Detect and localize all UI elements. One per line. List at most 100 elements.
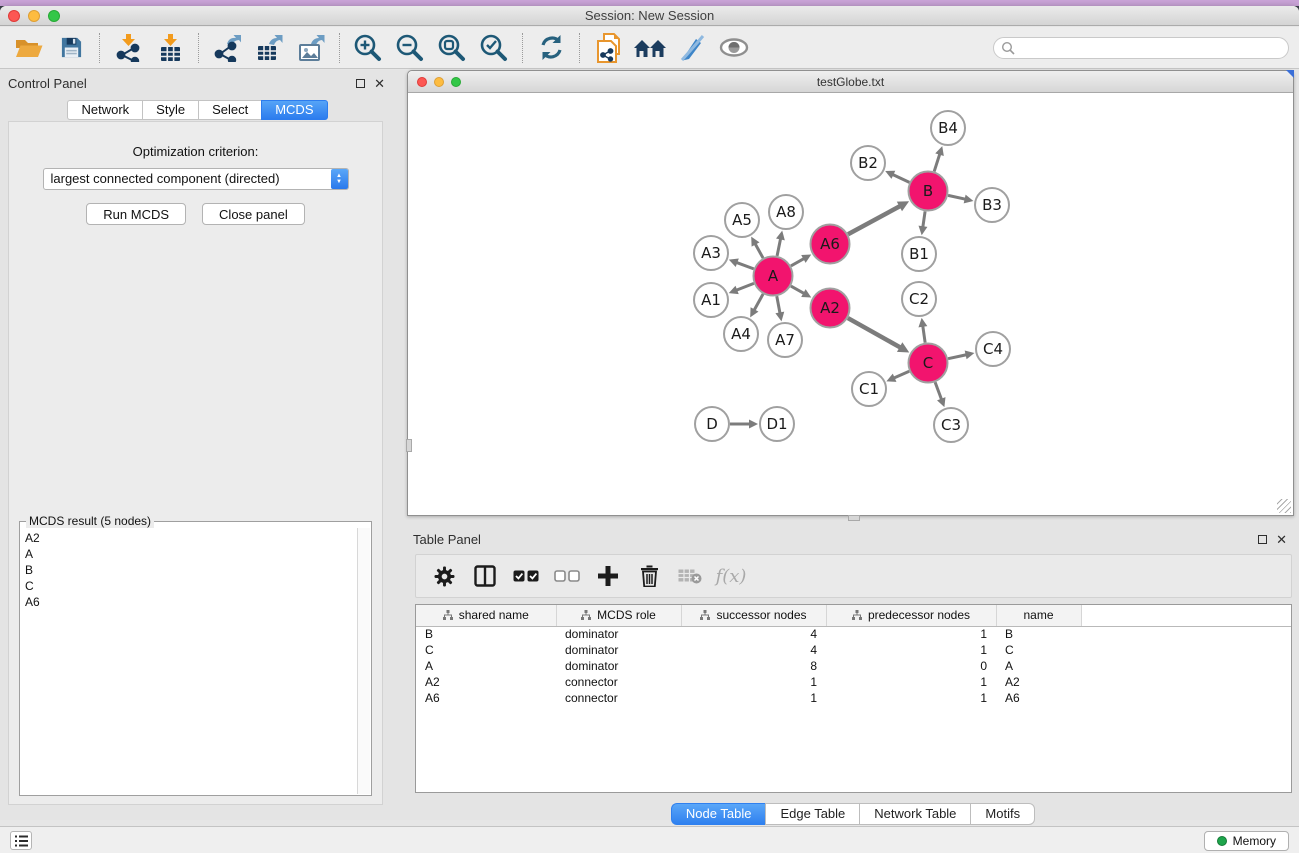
hide-annotations-button[interactable] bbox=[671, 30, 713, 66]
table-cell[interactable]: A2 bbox=[996, 674, 1081, 690]
table-cell[interactable]: dominator bbox=[556, 626, 681, 642]
network-vertical-pan-handle[interactable] bbox=[406, 439, 412, 452]
graph-edge-B-B2[interactable] bbox=[892, 174, 910, 182]
graph-edge-A-A4[interactable] bbox=[754, 294, 764, 311]
clone-network-button[interactable] bbox=[587, 30, 629, 66]
zoom-in-button[interactable] bbox=[347, 30, 389, 66]
graph-edge-A-A3[interactable] bbox=[735, 262, 753, 269]
graph-edge-B-B3[interactable] bbox=[948, 195, 967, 199]
add-column-button[interactable] bbox=[592, 559, 624, 593]
table-cell[interactable]: connector bbox=[556, 674, 681, 690]
table-cell[interactable]: 1 bbox=[826, 674, 996, 690]
table-cell[interactable]: connector bbox=[556, 690, 681, 706]
table-row[interactable]: Bdominator41B bbox=[416, 626, 1291, 642]
graph-edge-B-B1[interactable] bbox=[923, 211, 925, 228]
table-row[interactable]: Cdominator41C bbox=[416, 642, 1291, 658]
graph-edge-A-A7[interactable] bbox=[777, 296, 780, 314]
table-cell[interactable]: 4 bbox=[681, 626, 826, 642]
close-window-button[interactable] bbox=[8, 10, 20, 22]
search-input[interactable] bbox=[993, 37, 1289, 59]
graph-edge-A-A8[interactable] bbox=[777, 237, 781, 255]
tab-network-table[interactable]: Network Table bbox=[859, 803, 970, 825]
table-cell[interactable]: 0 bbox=[826, 658, 996, 674]
table-cell[interactable]: 1 bbox=[826, 626, 996, 642]
tab-edge-table[interactable]: Edge Table bbox=[765, 803, 859, 825]
table-cell[interactable]: B bbox=[996, 626, 1081, 642]
mcds-result-item[interactable]: A2 bbox=[25, 530, 356, 546]
graph-edge-C-C4[interactable] bbox=[948, 354, 968, 358]
refresh-button[interactable] bbox=[530, 30, 572, 66]
column-header-predecessor-nodes[interactable]: predecessor nodes bbox=[826, 605, 996, 626]
table-cell[interactable]: A2 bbox=[416, 674, 556, 690]
mcds-result-item[interactable]: A6 bbox=[25, 594, 356, 610]
tab-network[interactable]: Network bbox=[67, 100, 142, 120]
table-row[interactable]: Adominator80A bbox=[416, 658, 1291, 674]
zoom-window-button[interactable] bbox=[48, 10, 60, 22]
graph-edge-B-B4[interactable] bbox=[934, 153, 940, 172]
table-cell[interactable]: dominator bbox=[556, 642, 681, 658]
table-cell[interactable]: 1 bbox=[826, 690, 996, 706]
delete-column-button[interactable] bbox=[633, 559, 665, 593]
open-session-button[interactable] bbox=[8, 30, 50, 66]
mcds-result-item[interactable]: A bbox=[25, 546, 356, 562]
table-cell[interactable]: 4 bbox=[681, 642, 826, 658]
close-panel-button[interactable]: Close panel bbox=[202, 203, 305, 225]
float-panel-icon[interactable] bbox=[356, 79, 365, 88]
zoom-fit-button[interactable] bbox=[431, 30, 473, 66]
table-options-button[interactable] bbox=[428, 559, 460, 593]
table-cell[interactable]: dominator bbox=[556, 658, 681, 674]
mcds-result-item[interactable]: C bbox=[25, 578, 356, 594]
tab-node-table[interactable]: Node Table bbox=[671, 803, 766, 825]
column-header-shared-name[interactable]: shared name bbox=[416, 605, 556, 626]
import-network-button[interactable] bbox=[107, 30, 149, 66]
tab-mcds[interactable]: MCDS bbox=[261, 100, 327, 120]
network-minimize-button[interactable] bbox=[434, 77, 444, 87]
graph-edge-A-A5[interactable] bbox=[755, 243, 763, 258]
network-horizontal-pan-handle[interactable] bbox=[848, 515, 860, 521]
graph-edge-A-A1[interactable] bbox=[735, 283, 754, 290]
import-table-button[interactable] bbox=[149, 30, 191, 66]
graph-edge-C-C3[interactable] bbox=[935, 382, 942, 400]
run-mcds-button[interactable]: Run MCDS bbox=[86, 203, 186, 225]
export-image-button[interactable] bbox=[290, 30, 332, 66]
table-cell[interactable]: 1 bbox=[681, 690, 826, 706]
column-header-MCDS-role[interactable]: MCDS role bbox=[556, 605, 681, 626]
export-network-button[interactable] bbox=[206, 30, 248, 66]
table-cell[interactable]: A6 bbox=[416, 690, 556, 706]
table-cell[interactable]: B bbox=[416, 626, 556, 642]
network-canvas[interactable]: B4B2BB3A8A5A6A3B1AC2A1A2A4A7C4CC1C3DD1 bbox=[408, 94, 1293, 515]
select-stepper-icon[interactable]: ▲▼ bbox=[331, 169, 348, 189]
tab-select[interactable]: Select bbox=[198, 100, 261, 120]
table-cell[interactable]: 8 bbox=[681, 658, 826, 674]
mcds-result-list[interactable]: A2ABCA6 bbox=[21, 528, 356, 794]
table-cell[interactable]: A bbox=[996, 658, 1081, 674]
zoom-selected-button[interactable] bbox=[473, 30, 515, 66]
table-cell[interactable]: C bbox=[996, 642, 1081, 658]
delete-table-button[interactable] bbox=[674, 559, 706, 593]
tab-motifs[interactable]: Motifs bbox=[970, 803, 1035, 825]
close-table-panel-icon[interactable]: ✕ bbox=[1276, 535, 1287, 544]
graph-edge-C-C2[interactable] bbox=[923, 325, 926, 343]
select-all-button[interactable] bbox=[510, 559, 542, 593]
column-header-successor-nodes[interactable]: successor nodes bbox=[681, 605, 826, 626]
zoom-out-button[interactable] bbox=[389, 30, 431, 66]
graph-edge-A-A2[interactable] bbox=[791, 286, 805, 294]
show-graphics-details-button[interactable] bbox=[713, 30, 755, 66]
table-cell[interactable]: C bbox=[416, 642, 556, 658]
graph-edge-A2-C[interactable] bbox=[848, 318, 902, 348]
table-cell[interactable]: A bbox=[416, 658, 556, 674]
mcds-result-scrollbar[interactable] bbox=[357, 528, 370, 794]
tab-style[interactable]: Style bbox=[142, 100, 198, 120]
column-header-name[interactable]: name bbox=[996, 605, 1081, 626]
float-table-panel-icon[interactable] bbox=[1258, 535, 1267, 544]
save-session-button[interactable] bbox=[50, 30, 92, 66]
table-row[interactable]: A2connector11A2 bbox=[416, 674, 1291, 690]
close-panel-icon[interactable]: ✕ bbox=[374, 79, 385, 88]
network-resize-grip[interactable] bbox=[1277, 499, 1291, 513]
network-zoom-button[interactable] bbox=[451, 77, 461, 87]
show-columns-button[interactable] bbox=[469, 559, 501, 593]
network-close-button[interactable] bbox=[417, 77, 427, 87]
export-table-button[interactable] bbox=[248, 30, 290, 66]
graph-edge-A-A6[interactable] bbox=[791, 258, 805, 266]
mcds-result-item[interactable]: B bbox=[25, 562, 356, 578]
